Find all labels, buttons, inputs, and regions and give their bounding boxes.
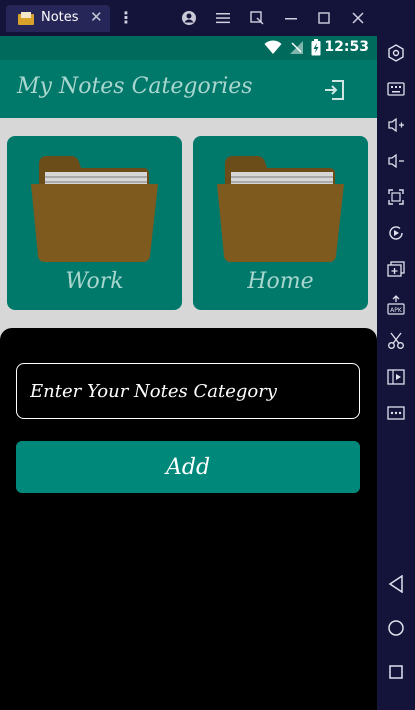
maximize-icon[interactable]: [312, 6, 336, 30]
battery-charging-icon: [311, 39, 321, 56]
wifi-icon: [264, 40, 282, 54]
menu-icon[interactable]: [211, 6, 235, 30]
volume-up-icon[interactable]: [384, 113, 408, 137]
notes-app-icon: [18, 12, 34, 25]
close-tab-icon[interactable]: ✕: [90, 8, 103, 26]
app-bar: My Notes Categories: [0, 60, 377, 118]
category-label: Home: [247, 269, 314, 294]
keyboard-icon[interactable]: [384, 77, 408, 101]
status-time: 12:53: [324, 39, 369, 55]
more-options-icon[interactable]: ⋮: [118, 8, 134, 27]
page-title: My Notes Categories: [17, 74, 253, 99]
add-category-sheet: Add: [0, 328, 377, 710]
apk-install-icon[interactable]: APK: [384, 293, 408, 317]
scissors-icon[interactable]: [384, 329, 408, 353]
multi-instance-icon[interactable]: [384, 257, 408, 281]
fullscreen-icon[interactable]: [384, 185, 408, 209]
emulator-title-bar: Notes ✕ ⋮: [0, 0, 415, 36]
folder-icon: [31, 156, 158, 262]
phone-screen: 12:53 My Notes Categories Work Home A: [0, 36, 377, 710]
account-icon[interactable]: [177, 6, 201, 30]
category-input[interactable]: [16, 363, 360, 419]
tab-title: Notes: [41, 10, 79, 25]
logout-icon[interactable]: [322, 78, 346, 102]
home-icon[interactable]: [384, 616, 408, 640]
category-label: Work: [65, 269, 124, 294]
settings-icon[interactable]: [384, 41, 408, 65]
svg-text:APK: APK: [390, 307, 403, 314]
recent-apps-icon[interactable]: [384, 660, 408, 684]
volume-down-icon[interactable]: [384, 149, 408, 173]
minimize-icon[interactable]: [279, 6, 303, 30]
close-window-icon[interactable]: [346, 6, 370, 30]
add-button[interactable]: Add: [16, 441, 360, 493]
signal-icon: [290, 41, 303, 54]
screenshot-icon[interactable]: [245, 6, 269, 30]
category-card-home[interactable]: Home: [193, 136, 368, 310]
more-tools-icon[interactable]: [384, 401, 408, 425]
back-icon[interactable]: [384, 572, 408, 596]
emulator-toolbar: APK: [377, 36, 415, 710]
folder-icon: [217, 156, 344, 262]
status-bar: 12:53: [0, 36, 377, 60]
media-manager-icon[interactable]: [384, 365, 408, 389]
tab-notes[interactable]: Notes ✕: [6, 5, 110, 32]
rotate-icon[interactable]: [384, 221, 408, 245]
category-card-work[interactable]: Work: [7, 136, 182, 310]
